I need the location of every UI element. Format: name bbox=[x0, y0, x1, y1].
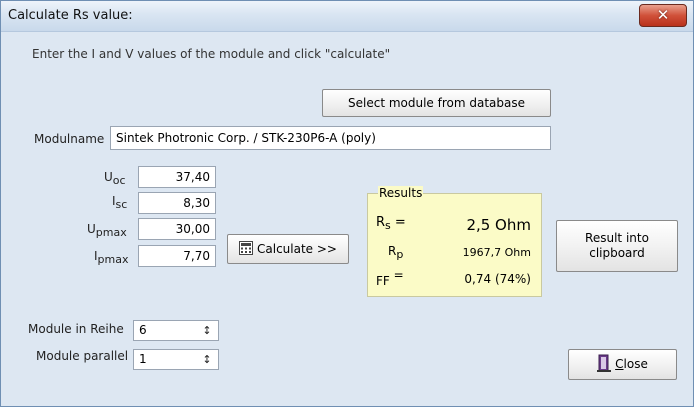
title-bar: Calculate Rs value: ✕ bbox=[1, 1, 693, 32]
ff-value: 0,74 (74%) bbox=[464, 272, 531, 286]
upmax-label: Upmax bbox=[87, 222, 127, 239]
rs-calculator-window: Calculate Rs value: ✕ bbox=[0, 0, 694, 407]
rs-label: Rs = bbox=[376, 215, 406, 232]
window-close-button[interactable]: ✕ bbox=[639, 4, 687, 27]
rp-value: 1967,7 Ohm bbox=[462, 246, 531, 259]
close-button[interactable]: Close bbox=[568, 349, 677, 380]
uoc-field[interactable]: 37,40 bbox=[138, 166, 216, 188]
exit-door-icon bbox=[597, 354, 612, 383]
ff-label: FF = bbox=[376, 268, 404, 288]
rs-value: 2,5 Ohm bbox=[466, 216, 531, 234]
uoc-label: Uoc bbox=[104, 170, 126, 187]
result-clipboard-label-line1: Result into bbox=[585, 231, 649, 245]
module-parallel-value: 1 bbox=[139, 352, 147, 366]
select-module-button[interactable]: Select module from database bbox=[322, 89, 551, 117]
module-name-field[interactable]: Sintek Photronic Corp. / STK-230P6-A (po… bbox=[110, 126, 551, 150]
module-series-value: 6 bbox=[139, 323, 147, 337]
ipmax-label: Ipmax bbox=[94, 249, 129, 266]
close-label: Close bbox=[615, 357, 648, 371]
results-title: Results bbox=[378, 186, 424, 200]
calculate-label: Calculate >> bbox=[257, 242, 337, 256]
result-clipboard-button[interactable]: Result into clipboard bbox=[556, 220, 678, 272]
module-parallel-label: Module parallel bbox=[36, 349, 129, 363]
module-series-label: Module in Reihe bbox=[28, 322, 124, 336]
module-parallel-field[interactable]: 1 ↕ bbox=[133, 349, 219, 370]
rp-label: Rp bbox=[388, 244, 404, 261]
results-panel: Results Rs = 2,5 Ohm Rp 1967,7 Ohm FF = … bbox=[367, 186, 542, 297]
result-clipboard-label-line2: clipboard bbox=[589, 246, 645, 260]
instruction-text: Enter the I and V values of the module a… bbox=[32, 47, 391, 61]
window-title: Calculate Rs value: bbox=[8, 8, 133, 23]
spinner-arrows-icon[interactable]: ↕ bbox=[199, 352, 215, 368]
isc-field[interactable]: 8,30 bbox=[138, 192, 216, 214]
module-name-label: Modulname bbox=[34, 132, 105, 146]
calculate-button[interactable]: Calculate >> bbox=[227, 234, 349, 264]
module-series-field[interactable]: 6 ↕ bbox=[133, 320, 219, 341]
upmax-field[interactable]: 30,00 bbox=[138, 218, 216, 240]
spinner-arrows-icon[interactable]: ↕ bbox=[199, 323, 215, 339]
ipmax-field[interactable]: 7,70 bbox=[138, 245, 216, 267]
isc-label: Isc bbox=[112, 194, 128, 211]
calculator-icon bbox=[239, 237, 254, 265]
close-icon: ✕ bbox=[656, 6, 670, 24]
